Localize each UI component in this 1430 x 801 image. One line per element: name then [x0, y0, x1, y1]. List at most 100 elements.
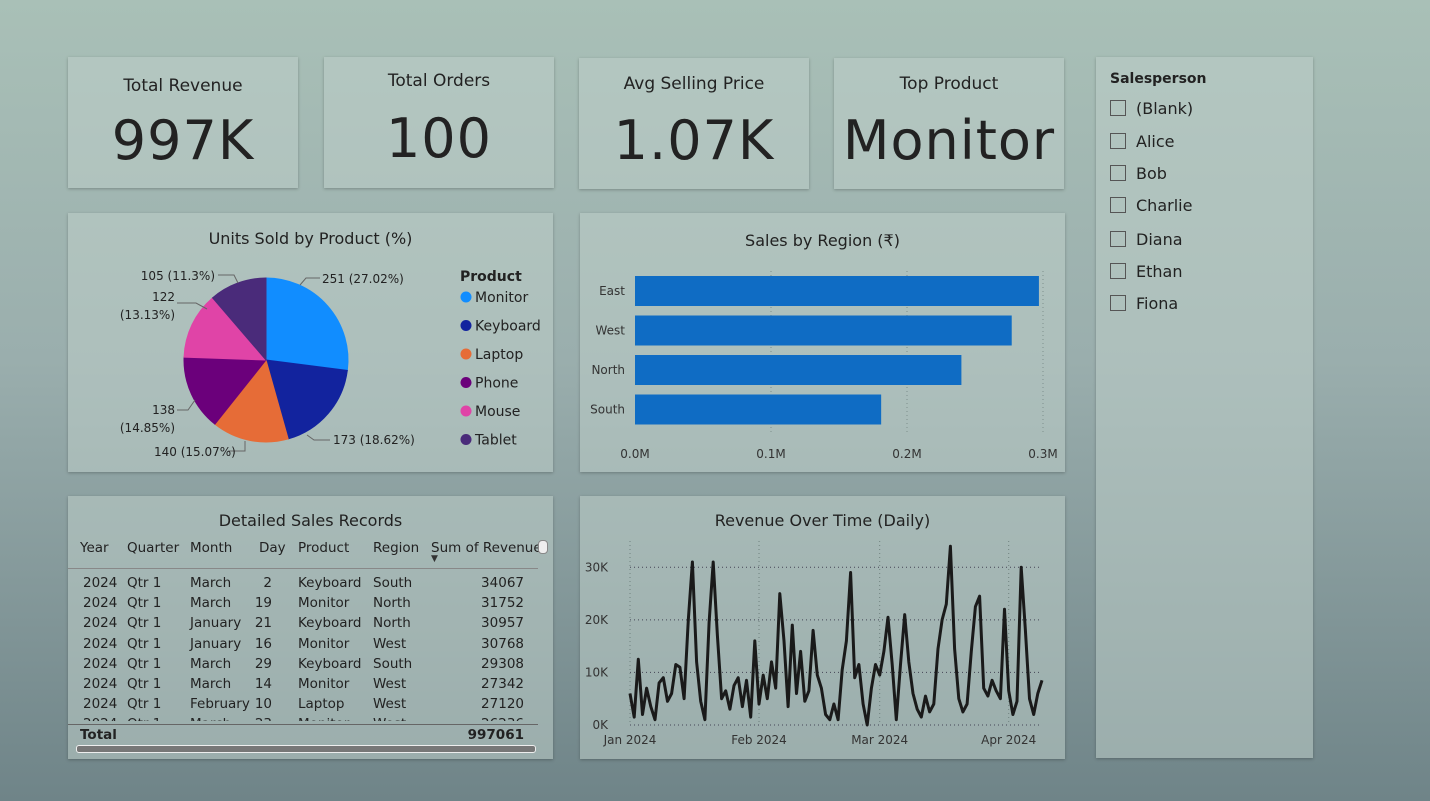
- x-tick-label: Apr 2024: [981, 733, 1036, 747]
- table-cell: 21: [254, 615, 272, 632]
- vertical-scrollbar[interactable]: [538, 540, 548, 554]
- legend-item-mouse[interactable]: Mouse: [475, 404, 520, 420]
- pie-chart-card[interactable]: Units Sold by Product (%) 251 (27.02%) 1…: [68, 213, 553, 472]
- revenue-line[interactable]: [628, 544, 1044, 727]
- col-header-year[interactable]: Year: [80, 540, 109, 556]
- x-tick-label: Feb 2024: [731, 733, 787, 747]
- table-row[interactable]: 2024 Qtr 1 March 23 Monitor West 26236: [68, 714, 538, 721]
- salesperson-slicer[interactable]: Salesperson (Blank) Alice Bob Charlie Diana E…: [1096, 57, 1313, 758]
- slicer-item-bob[interactable]: Bob: [1110, 160, 1167, 186]
- slicer-item-alice[interactable]: Alice: [1110, 128, 1174, 154]
- table-row[interactable]: 2024 Qtr 1 March 19 Monitor North 31752: [68, 593, 538, 613]
- table-cell: West: [373, 676, 407, 692]
- checkbox[interactable]: [1110, 263, 1126, 279]
- col-header-day[interactable]: Day: [259, 540, 286, 556]
- slicer-item-fiona[interactable]: Fiona: [1110, 290, 1178, 316]
- table-cell: 34067: [481, 575, 524, 591]
- slicer-title: Salesperson: [1110, 71, 1207, 87]
- kpi-title: Avg Selling Price: [623, 74, 765, 94]
- slicer-item-label: Charlie: [1136, 195, 1193, 215]
- table-cell: 29: [254, 655, 272, 672]
- table-cell: 16: [254, 635, 272, 652]
- col-header-month[interactable]: Month: [190, 540, 232, 556]
- col-header-quarter[interactable]: Quarter: [127, 540, 179, 556]
- table-card[interactable]: Detailed Sales Records Year Quarter Mont…: [68, 496, 553, 759]
- checkbox[interactable]: [1110, 197, 1126, 213]
- kpi-card-total-orders[interactable]: Total Orders 100: [324, 57, 554, 188]
- slicer-item-label: Alice: [1136, 131, 1175, 151]
- slicer-item-blank[interactable]: (Blank): [1110, 95, 1193, 121]
- checkbox[interactable]: [1110, 100, 1126, 116]
- table-row[interactable]: 2024 Qtr 1 March 29 Keyboard South 29308: [68, 654, 538, 674]
- table-title: Detailed Sales Records: [218, 511, 403, 530]
- table-cell: March: [190, 575, 232, 591]
- col-header-sum-of-revenue[interactable]: Sum of Revenue: [431, 540, 542, 556]
- table-cell: Qtr 1: [127, 635, 162, 652]
- kpi-card-avg-selling-price[interactable]: Avg Selling Price 1.07K: [579, 58, 809, 189]
- kpi-value: 997K: [111, 109, 255, 172]
- legend-marker-laptop: [460, 348, 472, 360]
- legend-marker-mouse: [460, 405, 472, 417]
- legend-item-monitor[interactable]: Monitor: [475, 290, 528, 306]
- table-row[interactable]: 2024 Qtr 1 January 21 Keyboard North 30957: [68, 613, 538, 633]
- legend-item-tablet[interactable]: Tablet: [474, 433, 517, 449]
- y-tick-label: 0K: [592, 718, 609, 732]
- table-cell: 2: [263, 575, 272, 591]
- bar-chart: 0.0M 0.1M 0.2M 0.3M East West North South: [590, 271, 1058, 461]
- legend-item-laptop[interactable]: Laptop: [475, 347, 523, 363]
- y-tick-label: West: [595, 324, 625, 338]
- table-row[interactable]: 2024 Qtr 1 February 10 Laptop West 27120: [68, 694, 538, 714]
- data-label-laptop: 140 (15.07%): [154, 445, 236, 459]
- y-tick-label: 20K: [585, 613, 609, 627]
- table-cell: January: [190, 635, 242, 652]
- table-cell: Qtr 1: [127, 595, 162, 612]
- table-cell: South: [373, 655, 413, 672]
- table-total-row: Total 997061: [68, 724, 538, 745]
- line-chart-card[interactable]: Revenue Over Time (Daily) 30K 20K 10K 0K Jan…: [580, 496, 1065, 759]
- checkbox[interactable]: [1110, 165, 1126, 181]
- table-cell: 2024: [83, 716, 117, 721]
- legend-item-keyboard[interactable]: Keyboard: [475, 319, 541, 335]
- pie-slice-monitor[interactable]: [265, 277, 349, 371]
- slicer-item-ethan[interactable]: Ethan: [1110, 258, 1182, 284]
- table-cell: Qtr 1: [127, 615, 162, 632]
- table-cell: 2024: [83, 595, 118, 612]
- table-cell: 2024: [83, 655, 118, 672]
- checkbox[interactable]: [1110, 295, 1126, 311]
- col-header-region[interactable]: Region: [373, 540, 419, 556]
- total-value: 997061: [467, 727, 524, 743]
- col-header-product[interactable]: Product: [298, 540, 349, 556]
- bar-west[interactable]: [635, 315, 1012, 346]
- table-cell: January: [190, 615, 242, 632]
- kpi-card-total-revenue[interactable]: Total Revenue 997K: [68, 57, 298, 188]
- x-tick-label: 0.2M: [892, 447, 921, 461]
- slicer-item-label: Fiona: [1136, 293, 1179, 313]
- kpi-card-top-product[interactable]: Top Product Monitor: [834, 58, 1064, 189]
- table-cell: March: [190, 716, 231, 721]
- checkbox[interactable]: [1110, 133, 1126, 149]
- bar-north[interactable]: [635, 355, 962, 385]
- bar-south[interactable]: [635, 394, 882, 425]
- table-cell: March: [190, 676, 232, 692]
- bar-chart-card[interactable]: Sales by Region (₹) 0.0M 0.1M 0.2M 0.3M East…: [580, 213, 1065, 472]
- slicer-item-charlie[interactable]: Charlie: [1110, 192, 1192, 218]
- checkbox[interactable]: [1110, 231, 1126, 247]
- table-cell: Monitor: [298, 676, 350, 692]
- data-label-monitor: 251 (27.02%): [322, 272, 404, 286]
- horizontal-scrollbar[interactable]: [76, 745, 536, 753]
- kpi-title: Total Orders: [387, 71, 491, 91]
- table-row[interactable]: 2024 Qtr 1 January 16 Monitor West 30768: [68, 634, 538, 654]
- x-tick-label: 0.3M: [1028, 447, 1057, 461]
- slicer-item-diana[interactable]: Diana: [1110, 226, 1183, 252]
- data-label-tablet: 105 (11.3%): [141, 269, 215, 283]
- y-tick-label: 10K: [585, 665, 609, 679]
- leader-line: [299, 277, 320, 286]
- legend-item-phone[interactable]: Phone: [475, 376, 518, 392]
- leader-line: [306, 434, 330, 441]
- x-tick-label: Jan 2024: [603, 733, 657, 747]
- total-label: Total: [80, 727, 117, 743]
- table-row[interactable]: 2024 Qtr 1 March 14 Monitor West 27342: [68, 674, 538, 694]
- table-cell: 2024: [83, 696, 118, 713]
- table-row[interactable]: 2024 Qtr 1 March 2 Keyboard South 34067: [68, 573, 538, 593]
- bar-east[interactable]: [635, 276, 1039, 306]
